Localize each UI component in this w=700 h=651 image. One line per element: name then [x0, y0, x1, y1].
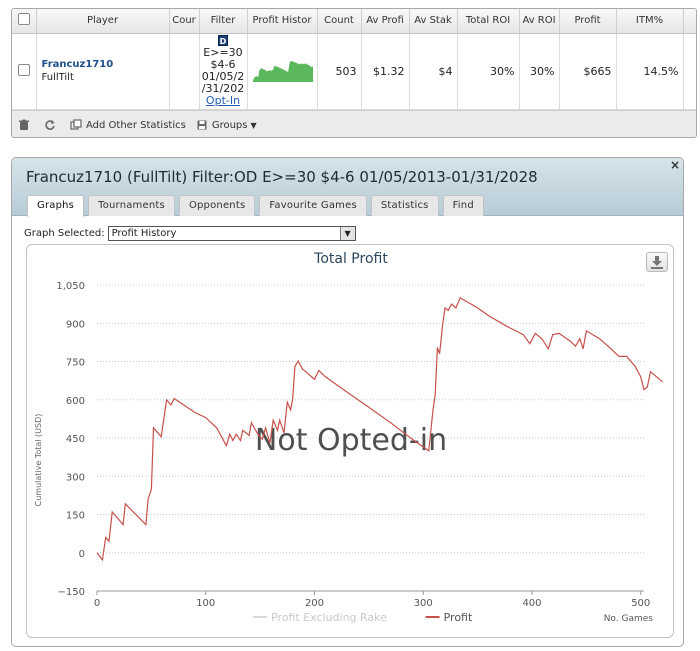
col-header-player[interactable]: Player	[36, 9, 170, 34]
chart-title: Total Profit	[313, 251, 388, 267]
groups-dropdown[interactable]: Groups ▼	[196, 119, 257, 131]
chart-x-tick-label: 500	[631, 598, 650, 609]
chart-y-tick-label: 0	[79, 549, 85, 560]
chart-watermark: Not Opted-in	[255, 423, 447, 458]
chart-y-tick-label: 300	[66, 472, 85, 483]
chart-x-tick-label: 100	[196, 598, 215, 609]
chevron-down-icon: ▼	[339, 227, 355, 240]
count-cell: 503	[317, 33, 362, 110]
col-header-actions	[683, 9, 696, 34]
graph-select-dropdown[interactable]: Profit History ▼	[107, 226, 356, 241]
col-header-itm[interactable]: ITM%	[616, 9, 684, 34]
tab-tournaments[interactable]: Tournaments	[88, 195, 175, 216]
col-header-total-roi[interactable]: Total ROI	[457, 9, 520, 34]
filter-cell: D E>=30 $4-6 01/05/2 /31/202 Opt-In	[199, 33, 248, 110]
filter-line: /31/202	[201, 83, 245, 95]
sparkline-area	[253, 60, 313, 82]
player-stats-table: Player Cour Filter Profit Histor Count A…	[12, 9, 696, 110]
chart-y-tick-label: 750	[66, 358, 85, 369]
graph-dialog: Francuz1710 (FullTilt) Filter:OD E>=30 $…	[11, 157, 684, 647]
col-header-count-short[interactable]: Cour	[169, 9, 200, 34]
col-header-av-roi[interactable]: Av ROI	[519, 9, 560, 34]
chart-x-tick-label: 200	[305, 598, 324, 609]
legend-item[interactable]: Profit	[444, 611, 473, 624]
profit-history-cell	[247, 33, 318, 110]
opt-in-link[interactable]: Opt-In	[200, 95, 247, 107]
profit-chart-svg: −150 0 150 300 450 600 750 900 1,050 0 100 200 300 40…	[34, 251, 663, 624]
tab-find[interactable]: Find	[442, 195, 484, 216]
add-other-statistics-label: Add Other Statistics	[86, 119, 186, 131]
row-checkbox[interactable]	[17, 63, 30, 76]
chart-y-tick-label: 450	[66, 434, 85, 445]
delete-button[interactable]	[18, 119, 34, 131]
chart-y-tick-label: −150	[58, 587, 85, 598]
table-row: Francuz1710 FullTilt D E>=30 $4-6 01/05/…	[12, 33, 696, 110]
copy-icon	[70, 119, 82, 130]
close-icon[interactable]: ×	[669, 159, 681, 171]
country-cell	[169, 33, 200, 110]
groups-label: Groups	[211, 119, 248, 131]
graph-select-value: Profit History	[111, 228, 177, 239]
itm-cell: 14.5%	[616, 33, 684, 110]
col-header-av-profit[interactable]: Av Profi	[361, 9, 410, 34]
profit-cell: $665	[559, 33, 617, 110]
col-header-profit-history[interactable]: Profit Histor	[247, 9, 318, 34]
row-checkbox-cell	[12, 33, 37, 110]
chevron-down-icon: ▼	[250, 120, 257, 130]
legend-item[interactable]: Profit Excluding Rake	[271, 611, 387, 624]
download-icon	[651, 256, 663, 269]
col-header-filter[interactable]: Filter	[199, 9, 248, 34]
chart-y-tick-label: 1,050	[56, 281, 85, 292]
col-header-count[interactable]: Count	[317, 9, 362, 34]
col-header-profit[interactable]: Profit	[559, 9, 617, 34]
graph-dialog-tabs: Graphs Tournaments Opponents Favourite G…	[27, 195, 488, 217]
av-roi-cell: 30%	[519, 33, 560, 110]
tab-favourite-games[interactable]: Favourite Games	[259, 195, 367, 216]
chart-y-tick-label: 150	[66, 511, 85, 522]
filter-line: $4-6	[210, 59, 236, 71]
chart-x-tick-label: 400	[522, 598, 541, 609]
col-header-av-stake[interactable]: Av Stak	[409, 9, 458, 34]
profit-chart: −150 0 150 300 450 600 750 900 1,050 0 100 200 300 40…	[26, 244, 674, 638]
download-chart-button[interactable]	[646, 252, 668, 272]
profit-sparkline[interactable]	[249, 55, 315, 85]
av-stake-cell: $4	[409, 33, 458, 110]
filter-line: 01/05/2	[201, 71, 245, 83]
tab-statistics[interactable]: Statistics	[370, 195, 439, 216]
chart-x-axis-label: No. Games	[604, 614, 654, 624]
tab-opponents[interactable]: Opponents	[178, 195, 256, 216]
save-icon	[197, 120, 207, 130]
chart-y-tick-label: 900	[66, 319, 85, 330]
filter-line: E>=30	[203, 47, 243, 59]
chart-y-tick-label: 600	[66, 396, 85, 407]
graph-selected-label: Graph Selected:	[24, 228, 105, 239]
select-all-header	[12, 9, 37, 34]
player-site: FullTilt	[41, 72, 74, 83]
player-name-link[interactable]: Francuz1710	[42, 58, 165, 71]
refresh-button[interactable]	[44, 119, 60, 131]
add-other-statistics-button[interactable]: Add Other Statistics	[70, 119, 186, 131]
remove-cell: x	[683, 33, 696, 110]
graph-dialog-title: Francuz1710 (FullTilt) Filter:OD E>=30 $…	[26, 168, 538, 186]
player-cell: Francuz1710 FullTilt	[36, 33, 170, 110]
table-header-row: Player Cour Filter Profit Histor Count A…	[12, 9, 696, 34]
filter-badge-icon[interactable]: D	[218, 35, 228, 46]
tab-graphs[interactable]: Graphs	[27, 195, 85, 217]
graph-selector-row: Graph Selected: Profit History ▼	[24, 226, 356, 241]
chart-y-axis-label: Cumulative Total (USD)	[34, 414, 43, 507]
graph-dialog-header: Francuz1710 (FullTilt) Filter:OD E>=30 $…	[12, 158, 683, 217]
refresh-icon	[45, 120, 55, 130]
chart-x-tick-label: 0	[94, 598, 100, 609]
av-profit-cell: $1.32	[361, 33, 410, 110]
total-roi-cell: 30%	[457, 33, 520, 110]
chart-x-tick-label: 300	[414, 598, 433, 609]
stats-toolbar: Add Other Statistics Groups ▼	[12, 110, 696, 137]
player-stats-panel: Player Cour Filter Profit Histor Count A…	[11, 8, 697, 138]
select-all-checkbox[interactable]	[17, 13, 30, 26]
trash-icon	[19, 119, 29, 130]
